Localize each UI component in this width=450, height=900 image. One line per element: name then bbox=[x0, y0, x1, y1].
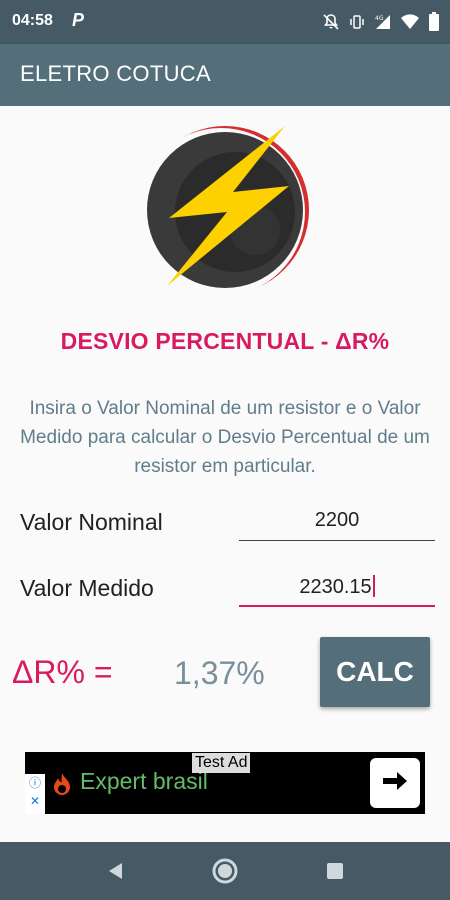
home-icon[interactable] bbox=[210, 856, 240, 886]
ad-choices[interactable]: ⓘ ✕ bbox=[25, 774, 45, 814]
status-time: 04:58 bbox=[12, 12, 53, 29]
measured-value-label: Valor Medido bbox=[20, 575, 154, 601]
ad-banner[interactable]: ⓘ ✕ Expert brasil Test Ad bbox=[25, 752, 425, 814]
ad-open-button[interactable] bbox=[370, 758, 420, 808]
status-bar: 04:58 P 4G bbox=[0, 0, 450, 44]
status-icons: 4G bbox=[322, 12, 440, 32]
back-icon[interactable] bbox=[100, 856, 130, 886]
calc-button[interactable]: CALC bbox=[320, 637, 430, 707]
main-content: DESVIO PERCENTUAL - ΔR% Insira o Valor N… bbox=[0, 106, 450, 842]
close-icon[interactable]: ✕ bbox=[25, 792, 45, 810]
svg-text:4G: 4G bbox=[375, 15, 384, 22]
battery-icon bbox=[428, 12, 440, 32]
recents-icon[interactable] bbox=[320, 856, 350, 886]
ad-headline[interactable]: Expert brasil bbox=[80, 768, 208, 795]
lte-signal-icon: 4G bbox=[374, 13, 392, 31]
vibrate-icon bbox=[348, 13, 366, 31]
status-app-indicator: P bbox=[72, 10, 85, 30]
delta-r-label: ΔR% = bbox=[12, 654, 113, 690]
measured-value-input[interactable]: 2230.15 bbox=[239, 567, 435, 607]
lightning-bolt-icon bbox=[135, 120, 315, 300]
nominal-value-label: Valor Nominal bbox=[20, 509, 163, 535]
measured-value-text: 2230.15 bbox=[299, 576, 372, 598]
result-value: 1,37% bbox=[174, 655, 265, 691]
description-text: Insira o Valor Nominal de um resistor e … bbox=[20, 398, 430, 477]
nominal-value-input[interactable]: 2200 bbox=[239, 501, 435, 541]
section-title: DESVIO PERCENTUAL - ΔR% bbox=[60, 328, 390, 354]
notifications-off-icon bbox=[322, 13, 340, 31]
app-bar: ELETRO COTUCA bbox=[0, 44, 450, 106]
test-ad-badge: Test Ad bbox=[192, 753, 251, 773]
text-cursor bbox=[372, 575, 375, 597]
arrow-right-icon bbox=[381, 769, 409, 798]
navigation-bar bbox=[0, 842, 450, 900]
app-title: ELETRO COTUCA bbox=[20, 61, 211, 86]
wifi-icon bbox=[400, 13, 420, 31]
info-icon[interactable]: ⓘ bbox=[25, 774, 45, 792]
nominal-value-text: 2200 bbox=[314, 509, 360, 531]
flame-icon bbox=[51, 772, 73, 803]
